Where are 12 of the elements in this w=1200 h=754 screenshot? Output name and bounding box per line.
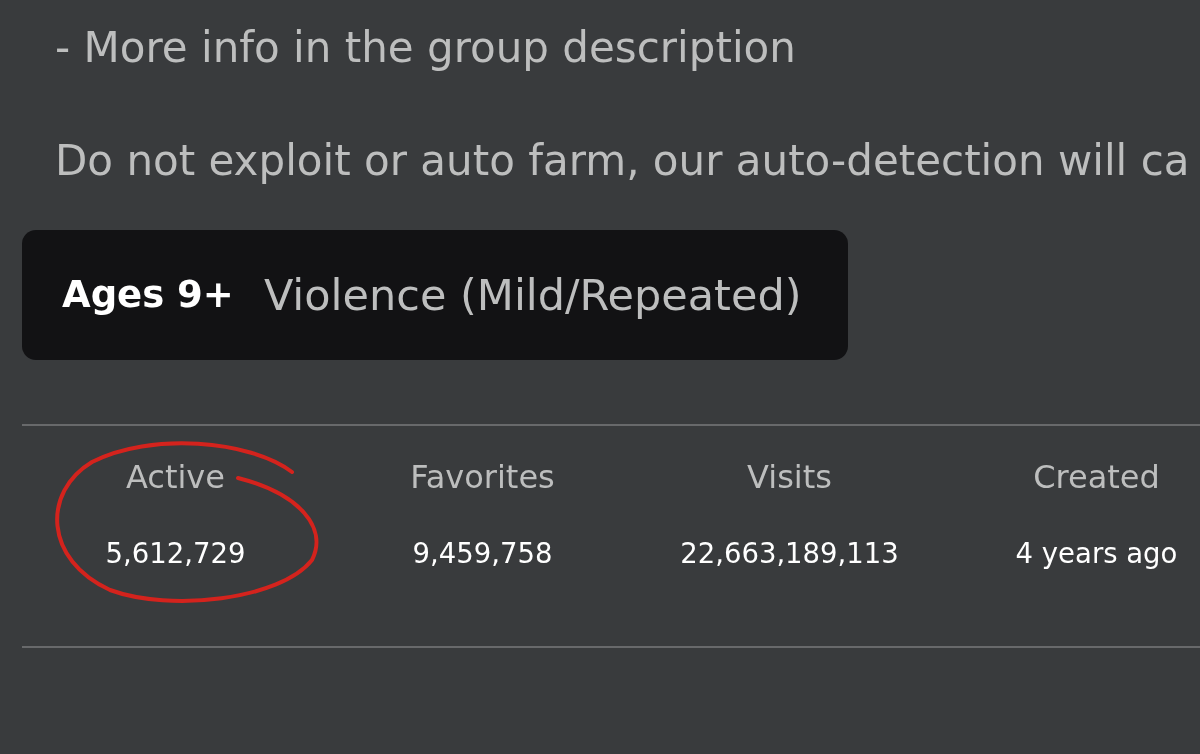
age-rating-text: Ages 9+ xyxy=(62,272,234,319)
description-text: - More info in the group description xyxy=(55,21,796,74)
stat-label: Active xyxy=(126,458,225,496)
description-text: Do not exploit or auto farm, our auto-detection will ca xyxy=(55,134,1190,187)
stat-label: Created xyxy=(1033,458,1160,496)
stat-value: 22,663,189,113 xyxy=(680,536,899,571)
stat-value: 5,612,729 xyxy=(105,536,246,571)
stat-label: Visits xyxy=(747,458,832,496)
stat-label: Favorites xyxy=(410,458,555,496)
stat-value: 4 years ago xyxy=(1015,536,1178,571)
stat-value: 9,459,758 xyxy=(412,536,553,571)
content-descriptor-text: Violence (Mild/Repeated) xyxy=(263,268,802,322)
